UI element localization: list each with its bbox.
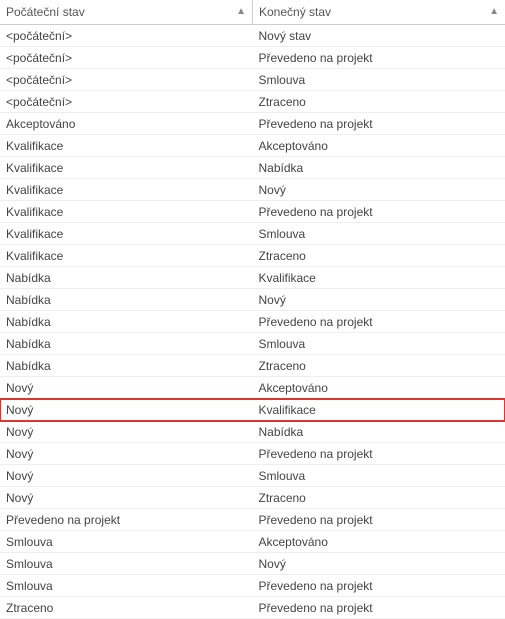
cell-start-state: Kvalifikace	[0, 135, 253, 156]
column-header-label: Konečný stav	[259, 5, 331, 19]
table-row[interactable]: <počáteční>Převedeno na projekt	[0, 47, 505, 69]
table-row[interactable]: NabídkaKvalifikace	[0, 267, 505, 289]
cell-end-state: Převedeno na projekt	[253, 311, 505, 332]
grid-body: <počáteční>Nový stav<počáteční>Převedeno…	[0, 25, 505, 619]
table-row[interactable]: NovýZtraceno	[0, 487, 505, 509]
cell-end-state: Převedeno na projekt	[253, 113, 505, 134]
column-header-label: Počáteční stav	[6, 5, 85, 19]
cell-end-state: Nový stav	[253, 25, 505, 46]
cell-end-state: Převedeno na projekt	[253, 509, 505, 530]
table-row[interactable]: KvalifikaceNový	[0, 179, 505, 201]
cell-start-state: <počáteční>	[0, 69, 253, 90]
cell-end-state: Nový	[253, 179, 505, 200]
cell-start-state: Nabídka	[0, 289, 253, 310]
cell-end-state: Kvalifikace	[253, 399, 505, 420]
cell-start-state: Kvalifikace	[0, 201, 253, 222]
table-row[interactable]: <počáteční>Smlouva	[0, 69, 505, 91]
table-row[interactable]: KvalifikacePřevedeno na projekt	[0, 201, 505, 223]
cell-end-state: Smlouva	[253, 333, 505, 354]
cell-start-state: Nabídka	[0, 311, 253, 332]
table-row[interactable]: NovýPřevedeno na projekt	[0, 443, 505, 465]
cell-start-state: Smlouva	[0, 575, 253, 596]
table-row[interactable]: SmlouvaPřevedeno na projekt	[0, 575, 505, 597]
table-row[interactable]: NabídkaSmlouva	[0, 333, 505, 355]
table-row[interactable]: <počáteční>Ztraceno	[0, 91, 505, 113]
table-row[interactable]: AkceptovánoPřevedeno na projekt	[0, 113, 505, 135]
table-row[interactable]: NovýKvalifikace	[0, 399, 505, 421]
cell-start-state: Akceptováno	[0, 113, 253, 134]
cell-start-state: Nový	[0, 377, 253, 398]
cell-end-state: Nový	[253, 289, 505, 310]
cell-start-state: Kvalifikace	[0, 223, 253, 244]
table-row[interactable]: NabídkaPřevedeno na projekt	[0, 311, 505, 333]
cell-end-state: Ztraceno	[253, 355, 505, 376]
cell-start-state: Nový	[0, 487, 253, 508]
cell-end-state: Převedeno na projekt	[253, 443, 505, 464]
column-header-end[interactable]: Konečný stav ▲	[253, 0, 505, 24]
table-row[interactable]: KvalifikaceNabídka	[0, 157, 505, 179]
cell-end-state: Nabídka	[253, 157, 505, 178]
cell-start-state: Nový	[0, 421, 253, 442]
cell-end-state: Převedeno na projekt	[253, 201, 505, 222]
table-row[interactable]: KvalifikaceZtraceno	[0, 245, 505, 267]
cell-end-state: Akceptováno	[253, 135, 505, 156]
table-row[interactable]: NovýNabídka	[0, 421, 505, 443]
grid-header-row: Počáteční stav ▲ Konečný stav ▲	[0, 0, 505, 25]
table-row[interactable]: <počáteční>Nový stav	[0, 25, 505, 47]
table-row[interactable]: KvalifikaceAkceptováno	[0, 135, 505, 157]
cell-end-state: Převedeno na projekt	[253, 597, 505, 618]
cell-start-state: Nový	[0, 443, 253, 464]
cell-end-state: Nabídka	[253, 421, 505, 442]
table-row[interactable]: Převedeno na projektPřevedeno na projekt	[0, 509, 505, 531]
table-row[interactable]: ZtracenoPřevedeno na projekt	[0, 597, 505, 619]
cell-start-state: Smlouva	[0, 553, 253, 574]
cell-start-state: <počáteční>	[0, 47, 253, 68]
cell-end-state: Kvalifikace	[253, 267, 505, 288]
table-row[interactable]: SmlouvaAkceptováno	[0, 531, 505, 553]
cell-start-state: Kvalifikace	[0, 179, 253, 200]
table-row[interactable]: NovýAkceptováno	[0, 377, 505, 399]
cell-start-state: Nový	[0, 465, 253, 486]
table-row[interactable]: NabídkaZtraceno	[0, 355, 505, 377]
cell-start-state: Nabídka	[0, 355, 253, 376]
table-row[interactable]: KvalifikaceSmlouva	[0, 223, 505, 245]
cell-start-state: Nový	[0, 399, 253, 420]
cell-start-state: <počáteční>	[0, 91, 253, 112]
sort-asc-icon: ▲	[489, 7, 499, 17]
cell-start-state: <počáteční>	[0, 25, 253, 46]
cell-end-state: Smlouva	[253, 69, 505, 90]
cell-end-state: Ztraceno	[253, 91, 505, 112]
table-row[interactable]: NovýSmlouva	[0, 465, 505, 487]
sort-asc-icon: ▲	[236, 7, 246, 17]
cell-end-state: Ztraceno	[253, 245, 505, 266]
cell-end-state: Ztraceno	[253, 487, 505, 508]
cell-end-state: Smlouva	[253, 223, 505, 244]
state-transition-grid: Počáteční stav ▲ Konečný stav ▲ <počáteč…	[0, 0, 505, 619]
cell-start-state: Nabídka	[0, 333, 253, 354]
cell-start-state: Kvalifikace	[0, 245, 253, 266]
cell-start-state: Převedeno na projekt	[0, 509, 253, 530]
cell-end-state: Nový	[253, 553, 505, 574]
cell-end-state: Smlouva	[253, 465, 505, 486]
cell-end-state: Akceptováno	[253, 531, 505, 552]
table-row[interactable]: NabídkaNový	[0, 289, 505, 311]
cell-end-state: Převedeno na projekt	[253, 47, 505, 68]
cell-end-state: Akceptováno	[253, 377, 505, 398]
cell-end-state: Převedeno na projekt	[253, 575, 505, 596]
column-header-start[interactable]: Počáteční stav ▲	[0, 0, 253, 24]
cell-start-state: Kvalifikace	[0, 157, 253, 178]
table-row[interactable]: SmlouvaNový	[0, 553, 505, 575]
cell-start-state: Ztraceno	[0, 597, 253, 618]
cell-start-state: Smlouva	[0, 531, 253, 552]
cell-start-state: Nabídka	[0, 267, 253, 288]
